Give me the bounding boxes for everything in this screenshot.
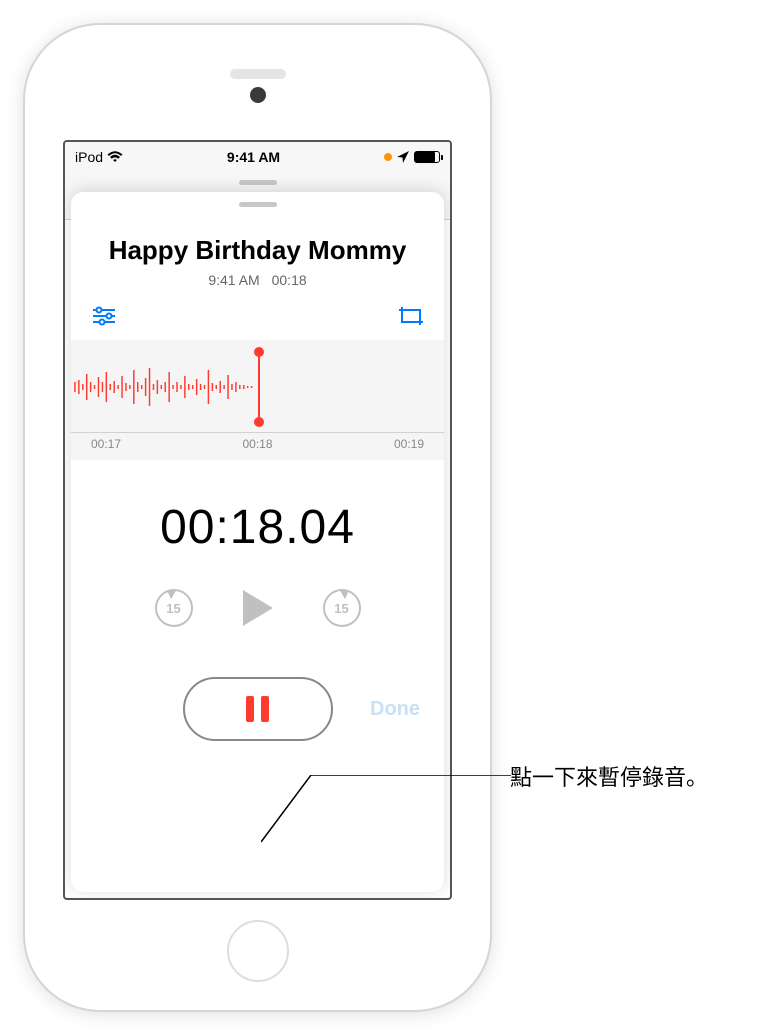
home-button[interactable]: [227, 920, 289, 982]
options-icon[interactable]: [91, 306, 117, 326]
location-icon: [397, 151, 409, 163]
recording-duration-label: 00:18: [272, 272, 307, 288]
device-camera: [250, 87, 266, 103]
battery-icon: [414, 151, 440, 163]
skip-back-15-button[interactable]: 15: [155, 589, 193, 627]
recording-meta: 9:41 AM 00:18: [71, 272, 444, 288]
done-button[interactable]: Done: [370, 698, 420, 721]
trim-icon[interactable]: [398, 306, 424, 326]
elapsed-time: 00:18.04: [71, 500, 444, 555]
skip-forward-15-button[interactable]: 15: [323, 589, 361, 627]
play-button[interactable]: [243, 590, 273, 626]
screen: iPod 9:41 AM Happy Birthday Mommy 9:41 A…: [63, 140, 452, 900]
playhead-icon[interactable]: [258, 352, 260, 422]
callout-pause: 點一下來暫停錄音。: [510, 760, 708, 792]
pause-icon: [261, 696, 269, 722]
recording-time-label: 9:41 AM: [208, 272, 259, 288]
ruler-tick: 00:19: [394, 437, 424, 460]
status-bar: iPod 9:41 AM: [65, 142, 450, 172]
waveform-icon: [71, 362, 258, 412]
ruler-tick: 00:18: [242, 437, 272, 460]
pause-recording-button[interactable]: [183, 677, 333, 741]
time-ruler: 00:17 00:18 00:19: [71, 432, 444, 460]
playback-controls: 15 15: [71, 589, 444, 627]
device-speaker: [230, 69, 286, 79]
carrier-label: iPod: [75, 149, 103, 165]
sheet-grabber[interactable]: [239, 202, 277, 207]
ruler-tick: 00:17: [91, 437, 121, 460]
recording-indicator-icon: [384, 153, 392, 161]
wifi-icon: [107, 151, 123, 163]
device-frame: iPod 9:41 AM Happy Birthday Mommy 9:41 A…: [25, 25, 490, 1010]
pause-icon: [246, 696, 254, 722]
status-time: 9:41 AM: [227, 149, 280, 165]
recording-title[interactable]: Happy Birthday Mommy: [71, 235, 444, 266]
waveform-area[interactable]: 00:17 00:18 00:19: [71, 340, 444, 460]
recording-sheet: Happy Birthday Mommy 9:41 AM 00:18 00:17: [71, 192, 444, 892]
